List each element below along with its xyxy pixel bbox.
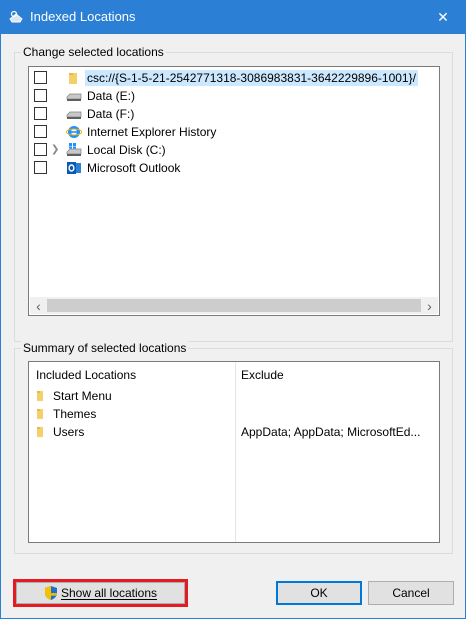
outlook-icon	[67, 162, 81, 174]
drive-icon	[66, 111, 82, 119]
cancel-label: Cancel	[392, 586, 430, 600]
windows-drive-icon	[66, 143, 82, 156]
tree-item[interactable]: Internet Explorer History	[29, 123, 439, 141]
folder-icon	[37, 391, 43, 401]
summary-legend: Summary of selected locations	[21, 341, 189, 355]
location-checkbox[interactable]	[34, 125, 47, 138]
indexing-options-icon	[9, 10, 23, 23]
change-locations-legend: Change selected locations	[21, 45, 166, 59]
tree-item-label: Microsoft Outlook	[87, 161, 181, 175]
included-location: Users	[53, 425, 85, 439]
column-divider	[235, 362, 236, 542]
tree-item[interactable]: ❯ Local Disk (C:)	[29, 141, 439, 159]
expand-chevron-icon[interactable]: ❯	[51, 144, 59, 155]
folder-icon	[37, 409, 43, 419]
close-icon: ✕	[437, 8, 449, 25]
locations-tree[interactable]: csc://{S-1-5-21-2542771318-3086983831-36…	[28, 66, 440, 316]
location-checkbox[interactable]	[34, 71, 47, 84]
location-checkbox[interactable]	[34, 161, 47, 174]
internet-explorer-icon	[66, 126, 82, 138]
location-checkbox[interactable]	[34, 107, 47, 120]
tree-item[interactable]: Microsoft Outlook	[29, 159, 439, 177]
folder-icon	[69, 73, 77, 84]
show-all-locations-label: Show all locations	[60, 586, 158, 600]
included-locations-header: Included Locations	[36, 368, 137, 382]
included-location: Themes	[53, 407, 97, 421]
excluded-location: AppData; AppData; MicrosoftEd...	[241, 425, 421, 439]
cancel-button[interactable]: Cancel	[368, 581, 454, 605]
title-bar: Indexed Locations ✕	[0, 0, 466, 34]
uac-shield-icon	[44, 586, 57, 600]
tree-item[interactable]: csc://{S-1-5-21-2542771318-3086983831-36…	[29, 69, 439, 87]
horizontal-scrollbar[interactable]: ‹ ›	[30, 297, 438, 314]
scrollbar-thumb[interactable]	[47, 299, 421, 312]
folder-icon	[37, 427, 43, 437]
summary-group: Summary of selected locations Included L…	[14, 341, 453, 554]
tree-item-label: Internet Explorer History	[87, 125, 217, 139]
tree-item[interactable]: Data (F:)	[29, 105, 439, 123]
close-button[interactable]: ✕	[420, 0, 466, 34]
included-location: Start Menu	[53, 389, 112, 403]
tree-item[interactable]: Data (E:)	[29, 87, 439, 105]
location-checkbox[interactable]	[34, 89, 47, 102]
show-all-locations-button[interactable]: Show all locations	[16, 582, 185, 604]
scroll-right-button[interactable]: ›	[421, 297, 438, 314]
summary-list[interactable]: Included Locations Exclude Start Menu Th…	[28, 361, 440, 543]
drive-icon	[66, 93, 82, 101]
location-checkbox[interactable]	[34, 143, 47, 156]
dialog-body: Change selected locations csc://{S-1-5-2…	[0, 34, 466, 619]
ok-label: OK	[310, 586, 328, 600]
change-locations-group: Change selected locations csc://{S-1-5-2…	[14, 45, 453, 342]
exclude-header: Exclude	[241, 368, 284, 382]
tree-item-label: Data (F:)	[87, 107, 135, 121]
tree-item-label: Data (E:)	[87, 89, 136, 103]
tree-item-label: csc://{S-1-5-21-2542771318-3086983831-36…	[85, 70, 418, 86]
tree-item-label: Local Disk (C:)	[87, 143, 166, 157]
ok-button[interactable]: OK	[276, 581, 362, 605]
window-title: Indexed Locations	[30, 9, 136, 24]
scroll-left-button[interactable]: ‹	[30, 297, 47, 314]
